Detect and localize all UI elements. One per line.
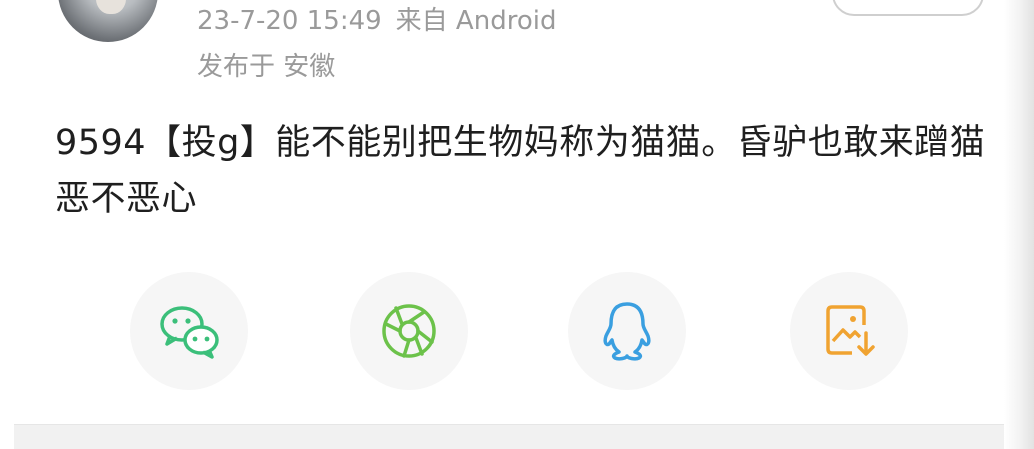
share-qq-button[interactable] — [568, 272, 686, 390]
post-text: 9594【投g】能不能别把生物妈称为猫猫。昏驴也敢来蹭猫恶不恶心 — [55, 123, 986, 219]
share-moments-button[interactable] — [350, 272, 468, 390]
save-image-icon — [826, 305, 875, 356]
avatar[interactable] — [58, 0, 158, 42]
bottom-bar — [14, 424, 1004, 449]
post-timestamp: 23-7-20 15:49 — [197, 6, 382, 36]
qq-icon — [603, 302, 651, 361]
share-row — [0, 272, 1034, 392]
follow-button[interactable] — [832, 0, 984, 16]
wechat-icon — [160, 306, 219, 359]
avatar-face — [96, 0, 126, 14]
post-meta: 23-7-20 15:49 来自 Android — [197, 4, 556, 38]
save-image-button[interactable] — [790, 272, 908, 390]
post-source: 来自 Android — [395, 6, 557, 36]
moments-icon — [382, 304, 436, 358]
post-detail-screen: 23-7-20 15:49 来自 Android 发布于 安徽 9594【投g】能… — [0, 0, 1034, 449]
share-wechat-button[interactable] — [130, 272, 248, 390]
post-location: 发布于 安徽 — [197, 52, 336, 82]
